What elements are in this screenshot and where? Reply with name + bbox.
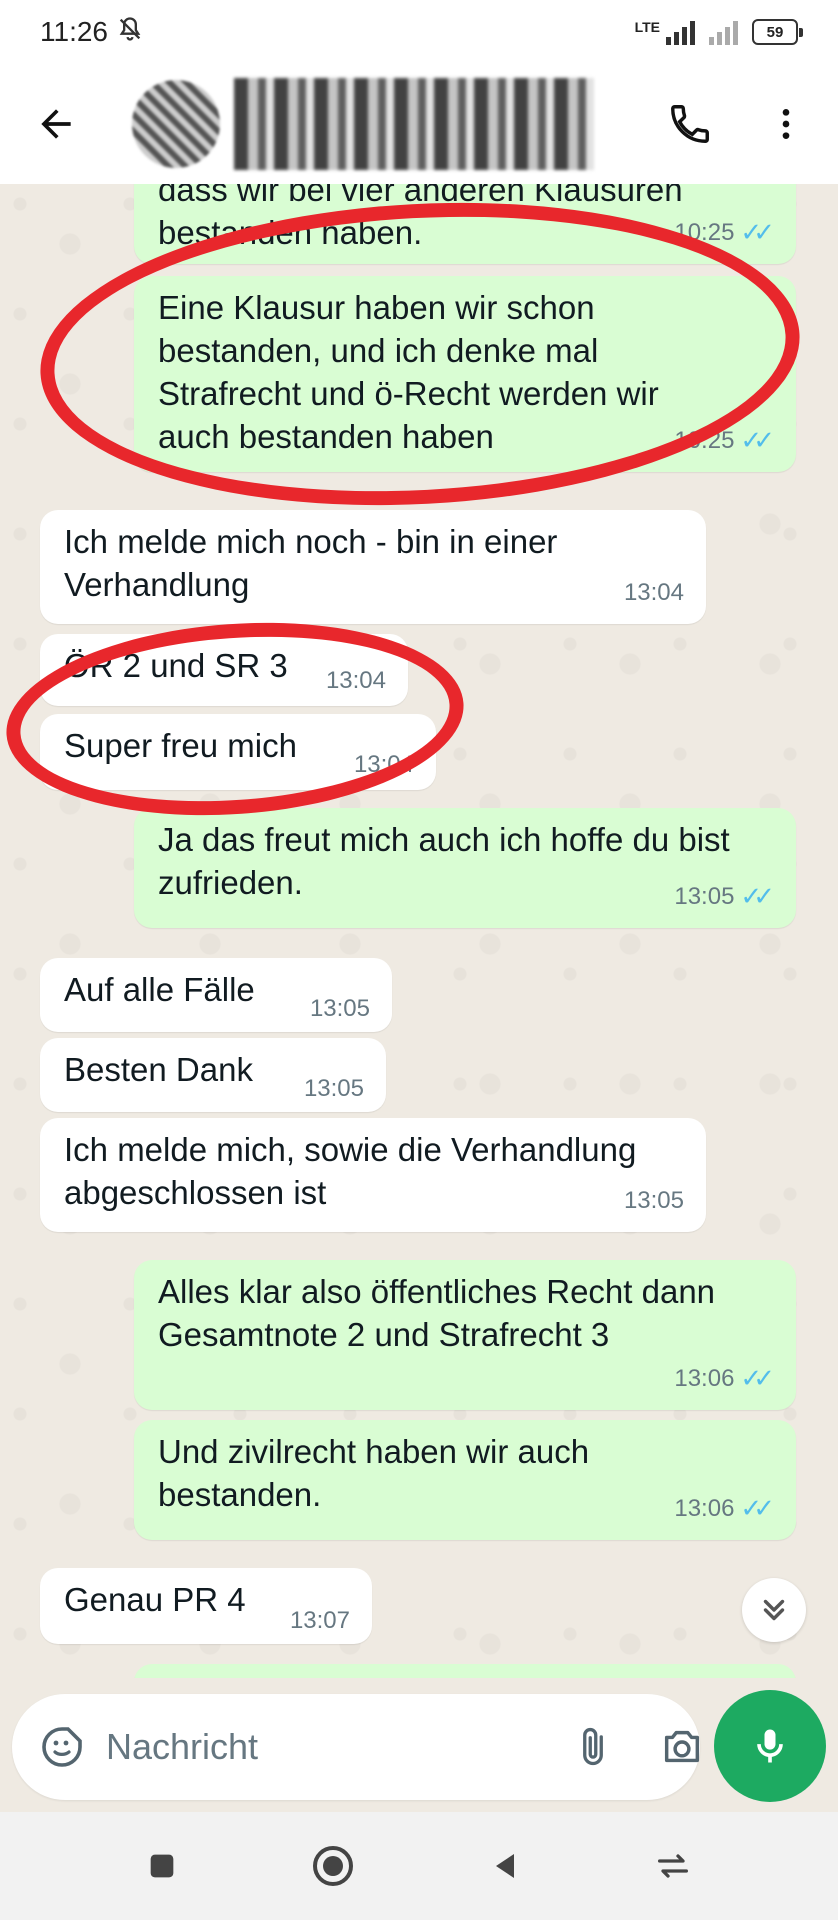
read-receipt-icon: ✓✓ [740,217,774,247]
battery-icon: 59 [752,19,803,45]
camera-icon [664,1730,700,1763]
message-time: 13:06 [674,1365,735,1392]
chat-header [0,64,838,184]
message-meta: 13:06 ✓✓ [674,1357,774,1400]
message-time: 10:25 [674,219,735,246]
read-receipt-icon: ✓✓ [740,425,774,455]
attach-button[interactable] [571,1725,615,1769]
message-composer [12,1694,700,1800]
message-time: 13:04 [623,579,684,606]
triangle-back-icon [496,1854,514,1878]
square-icon [150,1854,174,1878]
more-vert-icon [782,109,790,139]
message-incoming[interactable]: Super freu mich 13:04 [40,714,436,790]
status-time: 11:26 [40,16,108,47]
message-outgoing[interactable]: dass wir bei vier anderen Klausuren best… [134,184,796,264]
message-time: 13:04 [325,667,386,694]
message-meta: 13:05 [624,1179,684,1222]
avatar[interactable] [132,80,220,168]
message-time: 13:05 [623,1187,684,1214]
phone-icon [671,105,709,143]
battery-level: 59 [766,23,784,41]
message-outgoing-partial[interactable] [134,1664,796,1678]
message-text: Alles klar also öffentliches Recht dann … [158,1273,725,1353]
read-receipt-icon: ✓✓ [740,1493,774,1523]
message-meta: 13:06 ✓✓ [674,1487,774,1530]
message-text: dass wir bei vier anderen Klausuren best… [158,184,692,251]
status-left: 11:26 [40,15,144,50]
message-meta: 13:04 [624,571,684,614]
double-chevron-down-icon [763,1599,785,1621]
read-receipt-icon: ✓✓ [740,881,774,911]
rotate-icon [658,1854,688,1878]
message-time: 13:04 [353,751,414,778]
header-actions [662,96,814,152]
message-time: 13:05 [674,883,735,910]
message-meta: 13:05 [304,1067,364,1110]
message-text: Ich melde mich noch - bin in einer Verha… [64,523,567,603]
message-input[interactable] [106,1726,571,1768]
back-arrow-icon [41,109,71,139]
back-nav-button[interactable] [487,1848,523,1884]
sticker-button[interactable] [38,1723,86,1771]
message-incoming[interactable]: Ich melde mich, sowie die Verhandlung ab… [40,1118,706,1232]
message-meta: 10:25 ✓✓ [674,211,774,254]
signal-strength-2-icon [709,19,738,45]
microphone-icon [757,1729,783,1763]
message-meta: 13:07 [290,1599,350,1642]
message-incoming[interactable]: Auf alle Fälle 13:05 [40,958,392,1032]
sticker-icon [42,1727,82,1767]
home-button[interactable] [309,1842,357,1890]
back-button[interactable] [24,92,88,156]
read-receipt-icon: ✓✓ [740,1363,774,1393]
message-outgoing[interactable]: Alles klar also öffentliches Recht dann … [134,1260,796,1410]
message-text: Ja das freut mich auch ich hoffe du bist… [158,821,739,901]
scroll-to-bottom-button[interactable] [742,1578,806,1642]
message-incoming[interactable]: Besten Dank 13:05 [40,1038,386,1112]
message-meta: 13:05 ✓✓ [674,875,774,918]
message-time: 13:06 [674,1495,735,1522]
message-text: Eine Klausur haben wir schon bestanden, … [158,289,668,455]
message-outgoing[interactable]: Eine Klausur haben wir schon bestanden, … [134,276,796,472]
message-incoming[interactable]: Ich melde mich noch - bin in einer Verha… [40,510,706,624]
system-navigation-bar [0,1812,838,1920]
message-time: 13:05 [303,1075,364,1102]
message-meta: 13:05 [310,987,370,1030]
paperclip-icon [583,1728,603,1766]
message-meta: 10:25 ✓✓ [674,419,774,462]
message-outgoing[interactable]: Und zivilrecht haben wir auch bestanden.… [134,1420,796,1540]
message-incoming[interactable]: Genau PR 4 13:07 [40,1568,372,1644]
chat-messages[interactable]: dass wir bei vier anderen Klausuren best… [0,184,838,1678]
circle-icon [313,1846,353,1886]
message-text: Ich melde mich, sowie die Verhandlung ab… [64,1131,646,1211]
message-meta: 13:04 [354,743,414,786]
message-incoming[interactable]: ÖR 2 und SR 3 13:04 [40,634,408,706]
notifications-muted-icon [116,15,144,50]
camera-button[interactable] [659,1724,705,1770]
contact-name[interactable] [234,78,594,170]
recents-button[interactable] [145,1849,179,1883]
network-type: LTE [634,19,660,35]
message-text: Und zivilrecht haben wir auch bestanden. [158,1433,599,1513]
message-time: 10:25 [674,427,735,454]
rotate-button[interactable] [653,1846,693,1886]
status-bar: 11:26 LTE 59 [0,0,838,64]
signal-strength-icon [666,19,695,45]
message-time: 13:07 [289,1607,350,1634]
more-options-button[interactable] [758,96,814,152]
message-meta: 13:04 [326,659,386,702]
voice-call-button[interactable] [662,96,718,152]
message-outgoing[interactable]: Ja das freut mich auch ich hoffe du bist… [134,808,796,928]
voice-message-button[interactable] [714,1690,826,1802]
message-time: 13:05 [309,995,370,1022]
status-right: LTE 59 [634,19,803,45]
